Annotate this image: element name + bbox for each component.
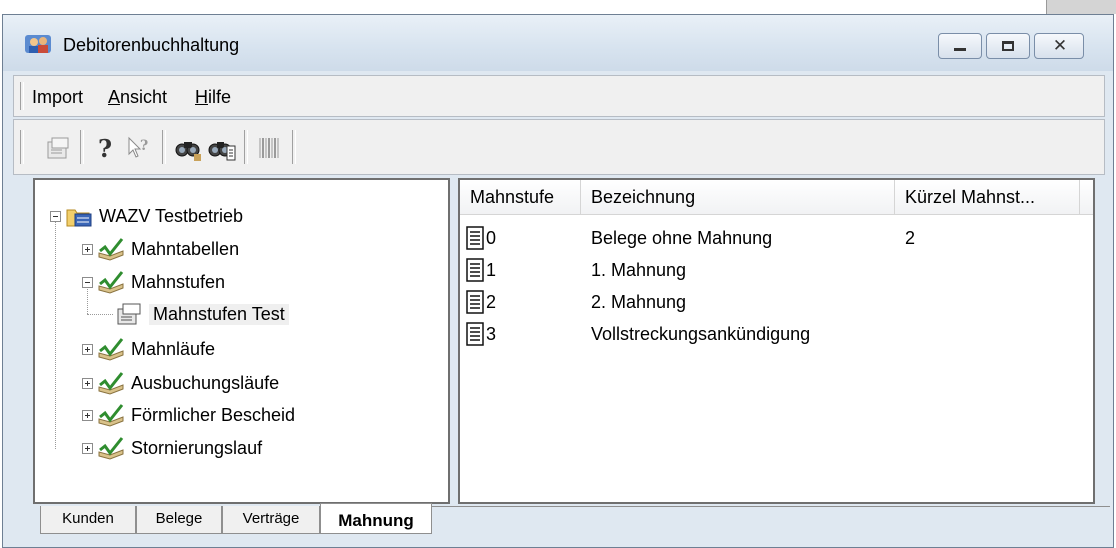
toolbar-separator <box>244 130 248 164</box>
tab-belege[interactable]: Belege <box>136 506 222 534</box>
list-row[interactable]: 1 1. Mahnung <box>460 254 1093 286</box>
tree-item-label: Stornierungslauf <box>131 437 263 458</box>
tree-item-label: Mahnläufe <box>131 338 216 359</box>
tab-kunden[interactable]: Kunden <box>40 506 136 534</box>
tab-vertraege[interactable]: Verträge <box>222 506 320 534</box>
cell-mahnstufe: 0 <box>486 228 497 248</box>
close-icon: ✕ <box>1052 36 1068 55</box>
menu-bar: Import Ansicht Hilfe <box>13 75 1105 117</box>
tree-item-label: Ausbuchungsläufe <box>131 372 280 393</box>
menu-ansicht[interactable]: Ansicht <box>108 87 167 108</box>
tree-root[interactable]: WAZV Testbetrieb <box>50 202 243 230</box>
properties-icon <box>117 303 141 325</box>
bottom-tabs: Kunden Belege Verträge Mahnung <box>0 503 1110 534</box>
document-icon <box>466 258 484 282</box>
cell-mahnstufe: 1 <box>486 260 497 280</box>
expand-icon[interactable] <box>82 343 93 355</box>
caption-buttons: ✕ <box>938 33 1084 59</box>
toolbar-separator <box>162 130 166 164</box>
expand-icon[interactable] <box>82 243 93 255</box>
book-checkmark-icon <box>98 372 124 395</box>
list-row[interactable]: 0 Belege ohne Mahnung 2 <box>460 222 1093 254</box>
navigation-tree[interactable]: WAZV Testbetrieb Mahntabellen Mahnstufen <box>33 178 450 504</box>
expand-icon[interactable] <box>82 409 93 421</box>
find-icon[interactable] <box>174 134 202 162</box>
context-help-icon[interactable]: ? <box>126 134 154 162</box>
tree-line <box>55 211 56 449</box>
list-header: Mahnstufe Bezeichnung Kürzel Mahnst... <box>460 180 1093 215</box>
help-icon[interactable]: ? <box>92 134 120 162</box>
list-row[interactable]: 3 Vollstreckungsankündigung <box>460 318 1093 350</box>
title-bar[interactable]: Debitorenbuchhaltung ✕ <box>3 15 1113 71</box>
document-icon <box>466 290 484 314</box>
app-users-icon <box>25 35 51 53</box>
menu-import[interactable]: Import <box>32 87 83 108</box>
expand-icon[interactable] <box>82 442 93 454</box>
toolbar: ? ? <box>13 119 1105 175</box>
column-header-mahnstufe[interactable]: Mahnstufe <box>460 180 581 214</box>
tab-mahnung[interactable]: Mahnung <box>320 503 432 534</box>
minimize-icon <box>954 48 966 51</box>
tree-item-label: Förmlicher Bescheid <box>131 404 296 425</box>
maximize-button[interactable] <box>986 33 1030 59</box>
tree-root-label: WAZV Testbetrieb <box>99 205 244 226</box>
cell-bezeichnung: Vollstreckungsankündigung <box>591 324 811 344</box>
tree-item-label: Mahntabellen <box>131 238 240 259</box>
mahnstufen-list[interactable]: Mahnstufe Bezeichnung Kürzel Mahnst... 0… <box>458 178 1095 504</box>
menu-hilfe-mnemonic: H <box>195 87 208 107</box>
tree-item-mahnstufen-test[interactable]: Mahnstufen Test <box>115 300 289 328</box>
desktop-strip <box>0 0 1116 14</box>
menu-hilfe[interactable]: Hilfe <box>195 87 231 108</box>
tree-item-stornierungslauf[interactable]: Stornierungslauf <box>82 434 262 462</box>
cell-bezeichnung: 2. Mahnung <box>591 292 687 312</box>
toolbar-separator <box>80 130 84 164</box>
cell-mahnstufe: 2 <box>486 292 497 312</box>
cell-kuerzel: 2 <box>905 228 916 248</box>
menu-ansicht-mnemonic: A <box>108 87 121 107</box>
document-icon <box>466 322 484 346</box>
maximize-icon <box>1002 41 1014 51</box>
book-checkmark-icon <box>98 271 124 294</box>
barcode-icon[interactable] <box>256 134 284 162</box>
collapse-icon[interactable] <box>82 276 93 288</box>
cell-bezeichnung: 1. Mahnung <box>591 260 687 280</box>
close-button[interactable]: ✕ <box>1034 33 1084 59</box>
expand-icon[interactable] <box>82 377 93 389</box>
minimize-button[interactable] <box>938 33 982 59</box>
list-row[interactable]: 2 2. Mahnung <box>460 286 1093 318</box>
collapse-icon[interactable] <box>50 210 61 222</box>
column-header-bezeichnung[interactable]: Bezeichnung <box>581 180 895 214</box>
book-checkmark-icon <box>98 338 124 361</box>
book-checkmark-icon <box>98 437 124 460</box>
tree-line <box>87 314 113 315</box>
book-checkmark-icon <box>98 238 124 261</box>
toolbar-grip[interactable] <box>20 130 24 164</box>
tree-item-ausbuchungslaeufe[interactable]: Ausbuchungsläufe <box>82 369 279 397</box>
database-folder-icon <box>66 209 92 227</box>
book-checkmark-icon <box>98 404 124 427</box>
svg-text:?: ? <box>98 134 112 162</box>
menu-import-label: Import <box>32 87 84 107</box>
tree-item-label: Mahnstufen Test <box>149 303 289 325</box>
content-area: WAZV Testbetrieb Mahntabellen Mahnstufen <box>33 178 1095 504</box>
menubar-grip[interactable] <box>20 82 24 110</box>
find-next-icon[interactable] <box>208 134 236 162</box>
tree-item-mahnlaeufe[interactable]: Mahnläufe <box>82 335 215 363</box>
tree-item-label: Mahnstufen <box>131 271 226 292</box>
properties-icon[interactable] <box>44 134 72 162</box>
toolbar-separator <box>292 130 296 164</box>
cell-mahnstufe: 3 <box>486 324 497 344</box>
tree-item-mahnstufen[interactable]: Mahnstufen <box>82 268 225 296</box>
column-header-kuerzel[interactable]: Kürzel Mahnst... <box>895 180 1080 214</box>
tree-item-foermlicher-bescheid[interactable]: Förmlicher Bescheid <box>82 401 295 429</box>
window-title: Debitorenbuchhaltung <box>63 35 240 55</box>
background-window-edge <box>1046 0 1116 14</box>
svg-text:?: ? <box>140 138 148 154</box>
cell-bezeichnung: Belege ohne Mahnung <box>591 228 773 248</box>
tree-item-mahntabellen[interactable]: Mahntabellen <box>82 235 239 263</box>
tab-strip-line <box>431 506 1110 507</box>
document-icon <box>466 226 484 250</box>
